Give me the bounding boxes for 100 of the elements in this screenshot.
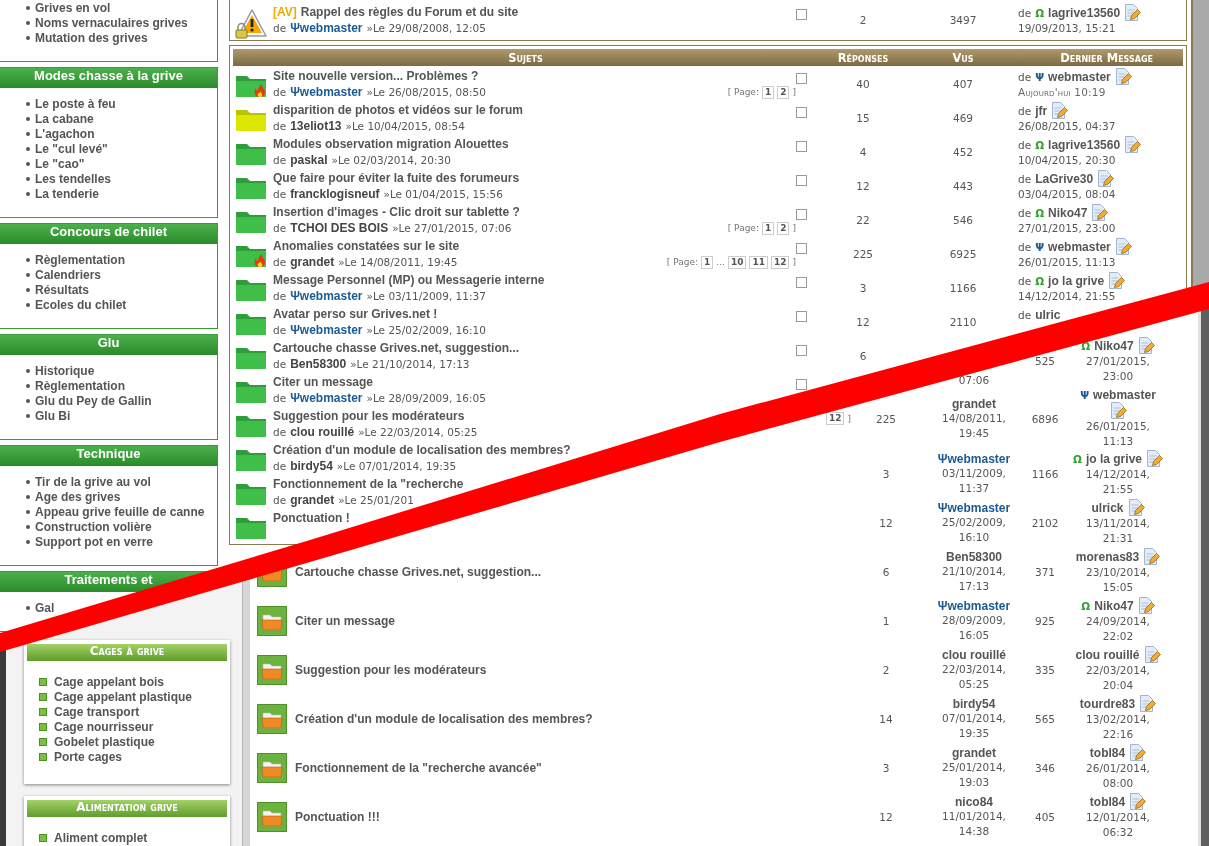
sidebar-link[interactable]: Gobelet plastique [54, 734, 155, 749]
author-link[interactable]: Niko47 [1094, 598, 1134, 613]
author-link[interactable]: ulrick [1091, 500, 1124, 515]
sidebar-link[interactable]: Résultats [35, 282, 90, 297]
topic-link[interactable]: Création d'un module de localisation des membres? [295, 711, 593, 726]
author-link[interactable]: jfr [1035, 103, 1048, 118]
author-link[interactable]: ulric [1035, 307, 1061, 322]
author-link[interactable]: lagrive13560 [1048, 5, 1121, 20]
author-link[interactable]: Ben58300 [945, 549, 1002, 564]
note-pencil-icon[interactable] [1124, 4, 1142, 21]
topic-link[interactable]: Cartouche chasse Grives.net, suggestion... [295, 564, 542, 579]
author-link[interactable]: tourdre83 [1079, 696, 1136, 711]
author-link[interactable]: grandet [952, 745, 996, 760]
note-pencil-icon[interactable] [1091, 204, 1109, 221]
author-link[interactable]: birdy54 [952, 696, 996, 711]
sidebar-link[interactable]: Support pot en verre [35, 534, 153, 549]
author-link[interactable]: 13eliot13 [290, 119, 342, 133]
note-pencil-icon[interactable] [1051, 102, 1069, 119]
author-link[interactable]: lagrive13560 [1048, 137, 1121, 152]
author-link[interactable]: Ψwebmaster [937, 451, 1011, 466]
checkbox[interactable] [796, 311, 807, 322]
author-link[interactable]: nico84 [955, 794, 993, 809]
note-pencil-icon[interactable] [1146, 450, 1163, 467]
topic-link[interactable]: Fonctionnement de la "recherche [273, 477, 464, 492]
sidebar-link[interactable]: La tenderie [35, 186, 100, 201]
topic-link[interactable]: Suggestion pour les modérateurs [295, 662, 487, 677]
author-link[interactable]: LaGrive30 [1035, 171, 1094, 186]
sidebar-link[interactable]: Mutation des grives [35, 30, 148, 45]
author-link[interactable]: Ben58300 [290, 357, 347, 371]
sidebar-link[interactable]: Cage transport [54, 704, 140, 719]
author-link[interactable]: webmaster [1093, 388, 1156, 402]
author-link[interactable]: clou rouillé [290, 425, 355, 439]
topic-link[interactable]: Insertion d'images - Clic droit sur tablette ? [273, 205, 520, 220]
sidebar-link[interactable]: Le poste à feu [35, 96, 116, 111]
topic-link[interactable]: Rappel des règles du Forum et du site [300, 5, 519, 20]
sidebar-link[interactable]: Le "cul levé" [35, 141, 108, 156]
checkbox[interactable] [796, 209, 807, 220]
checkbox[interactable] [796, 141, 807, 152]
topic-link[interactable]: Avatar perso sur Grives.net ! [273, 307, 438, 322]
author-link[interactable]: webmaster [1048, 69, 1111, 84]
author-link[interactable]: Ψwebmaster [937, 500, 1011, 515]
page-link[interactable]: 1 [761, 85, 775, 99]
author-link[interactable]: grandet [290, 255, 335, 269]
checkbox[interactable] [796, 243, 807, 254]
author-link[interactable]: Ψwebmaster [290, 289, 363, 303]
sidebar-link[interactable]: Gal [35, 600, 55, 615]
page-link[interactable]: 10 [727, 255, 747, 269]
note-pencil-icon[interactable] [1139, 695, 1157, 712]
author-link[interactable]: Ψwebmaster [937, 598, 1011, 613]
sidebar-link[interactable]: Cage appelant bois [54, 674, 165, 689]
sidebar-link[interactable]: Construction volière [35, 519, 152, 534]
topic-link[interactable]: Anomalies constatées sur le site [273, 239, 460, 254]
topic-link[interactable]: Suggestion pour les modérateurs [273, 409, 465, 424]
author-link[interactable]: Niko47 [1048, 205, 1088, 220]
note-pencil-icon[interactable] [1127, 499, 1145, 516]
sidebar-link[interactable]: Ecoles du chilet [35, 297, 127, 312]
author-link[interactable]: tobl84 [1089, 794, 1126, 809]
topic-link[interactable]: Message Personnel (MP) ou Messagerie interne [273, 273, 545, 288]
author-link[interactable]: clou rouillé [942, 647, 1006, 662]
topic-link[interactable]: Fonctionnement de la "recherche avancée" [295, 760, 542, 775]
topic-link[interactable]: Création d'un module de localisation des membres? [273, 443, 571, 458]
author-link[interactable]: Ψwebmaster [290, 391, 363, 405]
note-pencil-icon[interactable] [1114, 68, 1132, 85]
sidebar-link[interactable]: La cabane [35, 111, 94, 126]
topic-link[interactable]: disparition de photos et vidéos sur le forum [273, 103, 524, 118]
sidebar-link[interactable]: Le "cao" [35, 156, 85, 171]
sidebar-link[interactable]: Cage nourrisseur [54, 719, 154, 734]
sidebar-link[interactable]: Porte cages [54, 749, 123, 764]
topic-link[interactable]: Cartouche chasse Grives.net, suggestion... [273, 341, 520, 356]
sidebar-link[interactable]: Les tendelles [35, 171, 112, 186]
author-link[interactable]: paskal [290, 153, 328, 167]
topic-link[interactable]: Modules observation migration Alouettes [273, 137, 509, 152]
sidebar-link[interactable]: Age des grives [35, 489, 121, 504]
sidebar-link[interactable]: Aliment complet [54, 830, 148, 845]
note-pencil-icon[interactable] [1143, 548, 1161, 565]
note-pencil-icon[interactable] [1114, 238, 1132, 255]
author-link[interactable]: jo la grive [1085, 451, 1142, 466]
topic-link[interactable]: Site nouvelle version... Problèmes ? [273, 69, 479, 84]
note-pencil-icon[interactable] [1108, 272, 1126, 289]
topic-link[interactable]: Ponctuation !!! [295, 809, 380, 824]
sidebar-link[interactable]: L'agachon [35, 126, 95, 141]
checkbox[interactable] [796, 175, 807, 186]
page-link[interactable]: 11 [749, 255, 768, 269]
note-pencil-icon[interactable] [1143, 646, 1161, 663]
checkbox[interactable] [796, 277, 807, 288]
topic-link[interactable]: Citer un message [295, 613, 396, 628]
author-link[interactable]: grandet [290, 493, 335, 507]
author-link[interactable]: TCHOI DES BOIS [290, 221, 389, 235]
sidebar-link[interactable]: Glu du Pey de Gallin [35, 393, 152, 408]
sidebar-link[interactable]: Glu Bi [35, 408, 71, 423]
author-link[interactable]: birdy54 [290, 459, 333, 473]
sidebar-link[interactable]: Calendriers [35, 267, 102, 282]
sidebar-link[interactable]: Tir de la grive au vol [35, 474, 151, 489]
note-pencil-icon[interactable] [1109, 402, 1127, 419]
author-link[interactable]: Niko47 [1094, 338, 1134, 353]
topic-link[interactable]: Que faire pour éviter la fuite des forumeurs [273, 171, 520, 186]
author-link[interactable]: tobl84 [1089, 745, 1126, 760]
sidebar-link[interactable]: Appeau grive feuille de canne [35, 504, 205, 519]
note-pencil-icon[interactable] [1137, 337, 1155, 354]
author-link[interactable]: jo la grive [1048, 273, 1105, 288]
